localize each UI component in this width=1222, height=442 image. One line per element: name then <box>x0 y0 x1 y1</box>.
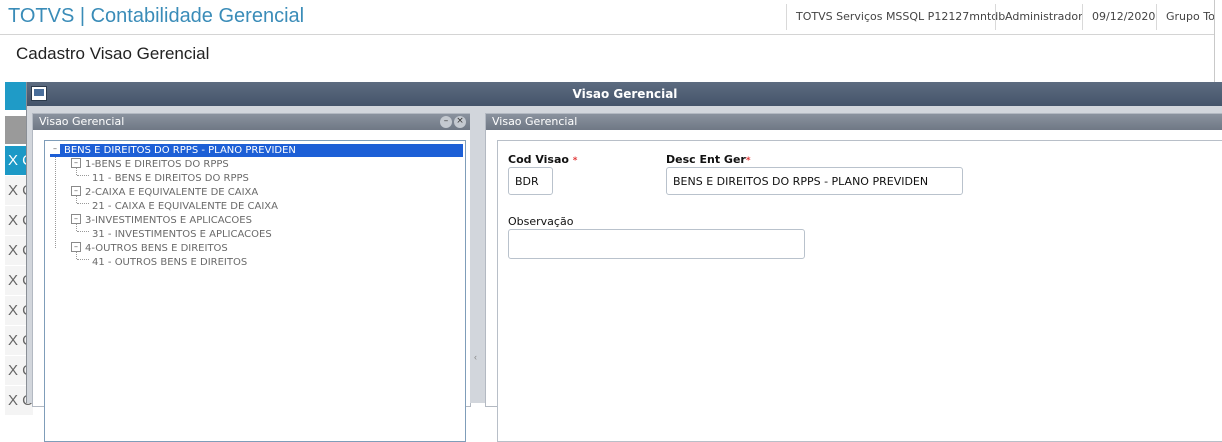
form-area: Cod Visao * BDR Desc Ent Ger* BENS E DIR… <box>497 140 1222 442</box>
observacao-field[interactable] <box>508 229 805 259</box>
tree-root-item[interactable]: – BENS E DIREITOS DO RPPS - PLANO PREVIDE… <box>50 144 463 157</box>
dialog-title: Visao Gerencial <box>572 87 678 101</box>
environment-info[interactable]: TOTVS Serviços MSSQL P12127mntdb <box>786 4 1014 30</box>
tree-item[interactable]: –3-INVESTIMENTOS E APLICACOES <box>71 214 252 227</box>
collapse-icon[interactable]: – <box>71 214 81 224</box>
page-scrollbar[interactable] <box>1214 0 1222 90</box>
tree-connector <box>77 259 89 260</box>
collapse-icon[interactable]: – <box>71 242 81 252</box>
chevron-left-icon[interactable]: ‹ <box>474 352 477 362</box>
tree-item-label: 4-OUTROS BENS E DIREITOS <box>85 243 228 254</box>
tree-panel-title: Visao Gerencial <box>39 115 125 128</box>
tree-leaf-item[interactable]: 31 - INVESTIMENTOS E APLICACOES <box>92 228 272 241</box>
tree-leaf-label: 31 - INVESTIMENTOS E APLICACOES <box>92 229 272 240</box>
tree-item-label: 1-BENS E DIREITOS DO RPPS <box>85 159 229 170</box>
cod-visao-field[interactable]: BDR <box>508 167 553 195</box>
tree-connector <box>77 203 89 204</box>
cod-visao-label: Cod Visao * <box>508 153 578 166</box>
tree-item[interactable]: –2-CAIXA E EQUIVALENTE DE CAIXA <box>71 186 258 199</box>
dialog-title-bar[interactable]: Visao Gerencial <box>27 82 1222 106</box>
tree-root-label: BENS E DIREITOS DO RPPS - PLANO PREVIDEN <box>64 145 296 156</box>
desc-ent-ger-field[interactable]: BENS E DIREITOS DO RPPS - PLANO PREVIDEN <box>666 167 963 195</box>
app-title: TOTVS | Contabilidade Gerencial <box>8 5 305 27</box>
form-panel-header: Visao Gerencial <box>486 114 1222 130</box>
minimize-icon[interactable]: – <box>440 116 452 128</box>
tree-connector <box>77 231 89 232</box>
group-info[interactable]: Grupo Totvs <box>1156 4 1222 30</box>
visao-gerencial-dialog: Visao Gerencial Visao Gerencial – × – BEN… <box>26 82 1222 442</box>
page-title: Cadastro Visao Gerencial <box>16 44 210 63</box>
required-indicator: * <box>745 156 751 166</box>
tree-leaf-label: 41 - OUTROS BENS E DIREITOS <box>92 257 248 268</box>
tree-item[interactable]: –4-OUTROS BENS E DIREITOS <box>71 242 228 255</box>
required-indicator: * <box>572 156 578 166</box>
tree-view[interactable]: – BENS E DIREITOS DO RPPS - PLANO PREVIDE… <box>44 140 466 442</box>
tree-panel: Visao Gerencial – × – BENS E DIREITOS DO … <box>32 113 471 442</box>
collapse-icon[interactable]: – <box>71 158 81 168</box>
desc-ent-ger-label-text: Desc Ent Ger <box>666 153 746 166</box>
observacao-label: Observação <box>508 215 574 228</box>
tree-connector <box>55 157 56 248</box>
tree-item-label: 2-CAIXA E EQUIVALENTE DE CAIXA <box>85 187 259 198</box>
tree-item-label: 3-INVESTIMENTOS E APLICACOES <box>85 215 252 226</box>
user-info[interactable]: Administrador <box>995 4 1092 30</box>
collapse-icon[interactable]: – <box>71 186 81 196</box>
tree-panel-header: Visao Gerencial – × <box>33 114 470 130</box>
panel-splitter[interactable] <box>470 106 486 403</box>
tree-leaf-label: 21 - CAIXA E EQUIVALENTE DE CAIXA <box>92 201 278 212</box>
top-bar: TOTVS | Contabilidade Gerencial TOTVS Se… <box>0 0 1222 35</box>
collapse-icon[interactable]: – <box>50 144 60 154</box>
tree-leaf-label: 11 - BENS E DIREITOS DO RPPS <box>92 173 249 184</box>
tree-leaf-item[interactable]: 21 - CAIXA E EQUIVALENTE DE CAIXA <box>92 200 278 213</box>
close-icon[interactable]: × <box>454 116 466 128</box>
date-info[interactable]: 09/12/2020 <box>1082 4 1164 30</box>
cod-visao-label-text: Cod Visao <box>508 153 569 166</box>
tree-leaf-item[interactable]: 11 - BENS E DIREITOS DO RPPS <box>92 172 249 185</box>
tree-item[interactable]: –1-BENS E DIREITOS DO RPPS <box>71 158 229 171</box>
tree-connector <box>77 175 89 176</box>
form-panel-title: Visao Gerencial <box>492 115 578 128</box>
form-panel: Visao Gerencial Cod Visao * BDR Desc Ent… <box>485 113 1222 442</box>
tree-leaf-item[interactable]: 41 - OUTROS BENS E DIREITOS <box>92 256 247 269</box>
desc-ent-ger-label: Desc Ent Ger* <box>666 153 751 166</box>
